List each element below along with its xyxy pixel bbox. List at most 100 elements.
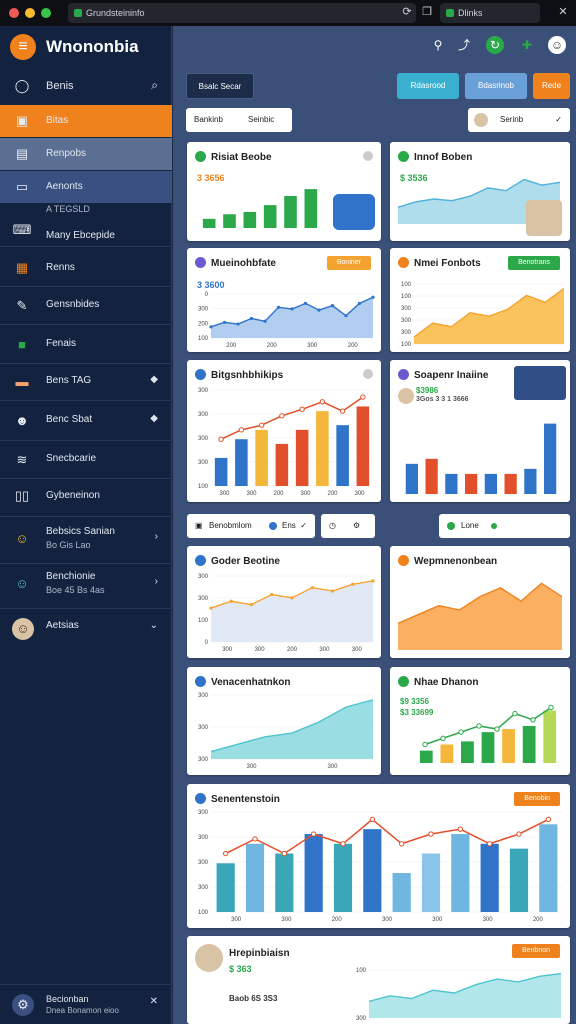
sidebar-footer[interactable]: ⚙ Becionban Dnea Bonamon eioo ✕ (0, 988, 172, 1022)
sidebar-item-benchionie[interactable]: ☺ Benchionie Boe 45 Bs 4as › (0, 566, 172, 606)
user-avatar[interactable]: ☺ (548, 36, 566, 54)
minimize-window-button[interactable] (25, 8, 35, 18)
sidebar-item-bebsics[interactable]: ☺ Bebsics Sanian Bo Gis Lao › (0, 521, 172, 561)
footer-label: Becionban (46, 994, 89, 1004)
card-mueinohbfate[interactable]: Mueinohbfate Boniner 3 3600 0 300 200 100 20… (187, 248, 381, 352)
sidebar-item-gensnbides[interactable]: ✎ Gensnbides (0, 290, 172, 322)
card-nmei-fonbots[interactable]: Nmei Fonbots Benotrans 100 100 300 300 300 10… (390, 248, 570, 352)
action-button-3[interactable]: Rede (533, 73, 570, 99)
footer-sub: Dnea Bonamon eioo (46, 1006, 119, 1015)
card-pill[interactable]: Benbnon (511, 944, 560, 958)
tab-bankinb[interactable]: Bankinb (194, 108, 223, 132)
clock-icon[interactable]: ◷ (329, 514, 336, 538)
line-point (545, 816, 552, 823)
puzzle-icon[interactable]: ✚ (518, 36, 536, 54)
close-window-button[interactable] (9, 8, 19, 18)
settings-icon[interactable]: ⚙ (353, 514, 360, 538)
x-tick-label: 300 (246, 491, 257, 497)
line-point (310, 831, 317, 837)
period-select[interactable]: Serinb ✓ (468, 108, 570, 132)
link-icon[interactable]: ⚲ (429, 36, 447, 54)
app-brand-name: Wnononbia (46, 37, 139, 56)
copy-icon[interactable]: ❐ (420, 5, 434, 19)
status-dot (447, 522, 455, 530)
chevron-right-icon[interactable]: › (155, 576, 158, 587)
card-wepmnenonbean[interactable]: Wepmnenonbean (390, 546, 570, 658)
divider (0, 478, 172, 479)
card-bitgsnhbhikips[interactable]: Bitgsnhbhikips 300 300 300 300 100 300 300 200 3… (187, 360, 381, 502)
line-point (238, 427, 245, 433)
sidebar-item-gybeneinon[interactable]: ▯▯ Gybeneinon (0, 482, 172, 514)
card-pill[interactable]: Benobin (514, 792, 560, 806)
more-icon[interactable] (363, 369, 373, 379)
card-pill[interactable]: Benotrans (508, 256, 560, 270)
card-hrepinbiaisn[interactable]: Hrepinbiaisn Benbnon $ 363 Baob 6S 3S3 1… (187, 936, 570, 1024)
search-icon[interactable]: ⌕ (151, 78, 158, 93)
browser-tab-main[interactable]: Grundsteininfo (68, 3, 416, 23)
chevron-down-icon[interactable]: ⌄ (150, 620, 158, 631)
segmented-control: Bankinb Seinbic (186, 108, 292, 132)
sidebar-item-aenonts[interactable]: ▭ Aenonts (0, 171, 172, 203)
expand-icon[interactable]: ◆ (150, 413, 158, 424)
x-tick-label: 300 (231, 917, 242, 923)
card-venacenhatnkon[interactable]: Venacenhatnkon 300 300 300 300 300 (187, 667, 381, 775)
refresh-icon[interactable]: ↻ (486, 36, 504, 54)
line-point (319, 399, 326, 405)
expand-icon[interactable]: ◆ (150, 374, 158, 385)
area-fill (211, 699, 373, 759)
chart-5 (405, 423, 557, 494)
line-point (218, 436, 224, 442)
line-point (398, 841, 405, 847)
avatar-icon: ☺ (15, 576, 29, 591)
sidebar-item-snecbcarie[interactable]: ≋ Snecbcarie (0, 444, 172, 476)
action-button-1[interactable]: Rdasrood (397, 73, 459, 99)
header-button[interactable]: Bsalc Secar (186, 73, 254, 99)
sidebar-search[interactable]: ◯ Benis ⌕ (0, 72, 172, 100)
more-icon[interactable] (363, 151, 373, 161)
chevron-right-icon[interactable]: › (155, 531, 158, 542)
line-point (440, 735, 446, 742)
browser-tab-second[interactable]: Dlinks (440, 3, 540, 23)
filter-value[interactable]: Ens (282, 514, 296, 538)
card-risiat-beobe[interactable]: Risiat Beobe 3 3656 (187, 142, 381, 241)
card-innof-boben[interactable]: Innof Boben $ 3536 (390, 142, 570, 241)
y-tick-label: 0 (205, 292, 209, 298)
line-point (486, 841, 493, 847)
avatar-icon: ☺ (12, 618, 34, 640)
line-point (330, 304, 335, 308)
bar (223, 214, 236, 228)
close-icon[interactable]: ✕ (150, 996, 158, 1007)
line-point (428, 831, 434, 837)
y-tick-label: 300 (401, 306, 412, 312)
right-filter[interactable]: Lone (439, 514, 570, 538)
refresh-icon[interactable]: ⟳ (400, 5, 414, 19)
sidebar-item-benc-sbat[interactable]: ☻ Benc Sbat ◆ (0, 405, 172, 437)
status-badge (195, 676, 206, 687)
sidebar-item-many[interactable]: A TEGSLD ⌨ Many Ebcepide (0, 204, 172, 244)
sidebar-item-label: Renns (46, 262, 75, 273)
sidebar-item-bitas[interactable]: ▣ Bitas (0, 105, 172, 137)
bar (392, 873, 411, 912)
card-pill[interactable]: Boniner (326, 256, 371, 270)
card-senentenstoin[interactable]: Senentenstoin Benobin 300 300 300 300 100 300… (187, 784, 570, 928)
sidebar-item-aetsias[interactable]: ☺ Aetsias ⌄ (0, 612, 172, 646)
sidebar-item-renpobs[interactable]: ▤ Renpobs (0, 138, 172, 170)
check-icon[interactable]: ✓ (300, 514, 307, 538)
close-icon[interactable]: ✕ (556, 5, 570, 19)
card-goder-beotine[interactable]: Goder Beotine 300 300 100 0 300 300 200 300 300 (187, 546, 381, 658)
calendar-icon[interactable]: ▣ (195, 514, 203, 538)
card-soapenr-inaiine[interactable]: Soapenr Inaiine $3986 3Gos 3 3 1 3666 (390, 360, 570, 502)
share-icon[interactable]: ⤴ (455, 36, 473, 54)
tab-seinbic[interactable]: Seinbic (248, 108, 274, 132)
line-point (290, 596, 294, 600)
action-button-label: Rdasrood (410, 81, 446, 90)
chart-7 (397, 582, 563, 650)
maximize-window-button[interactable] (41, 8, 51, 18)
x-tick-label: 200 (533, 917, 544, 923)
action-button-2[interactable]: Bdasrinob (465, 73, 527, 99)
sidebar-item-renns[interactable]: ▦ Renns (0, 254, 172, 284)
card-stat: $3986 (416, 386, 439, 395)
sidebar-item-bens-tag[interactable]: ▬ Bens TAG ◆ (0, 366, 172, 398)
sidebar-item-fenais[interactable]: ■ Fenais (0, 329, 172, 361)
card-nhae-dhanon[interactable]: Nhae Dhanon $9 3356 $3 33699 (390, 667, 570, 775)
